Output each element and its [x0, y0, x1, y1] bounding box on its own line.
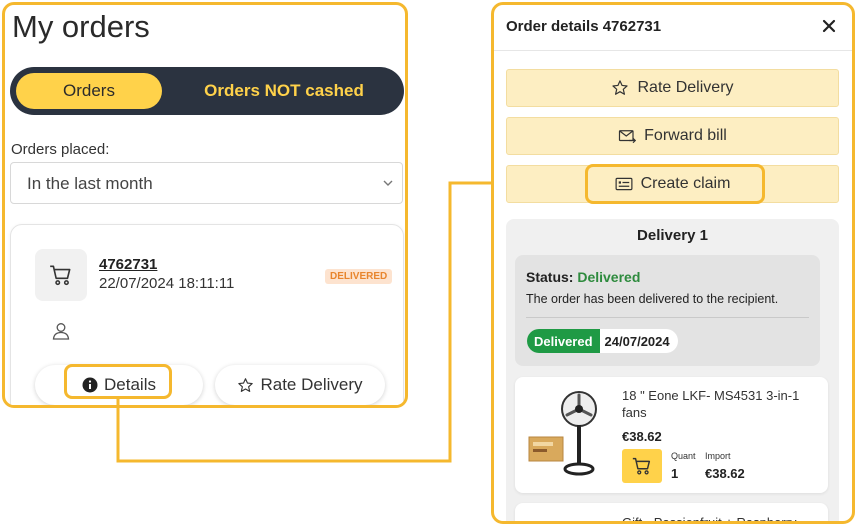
close-icon[interactable]: [822, 19, 836, 33]
quantity-value: 1: [671, 466, 679, 481]
tab-orders-not-cashed[interactable]: Orders NOT cashed: [170, 73, 398, 109]
orders-panel: My orders Orders Orders NOT cashed Order…: [2, 2, 408, 408]
claim-form-icon: [615, 177, 633, 191]
chevron-down-icon: [383, 180, 393, 186]
orders-placed-value: In the last month: [27, 174, 153, 193]
cart-icon: [632, 457, 651, 475]
orders-segmented-toggle: Orders Orders NOT cashed: [10, 67, 404, 115]
order-number-link[interactable]: 4762731: [99, 256, 157, 273]
delivery-section: Delivery 1 Status: Delivered The order h…: [506, 219, 839, 524]
status-line: Status: Delivered: [526, 269, 640, 285]
orders-placed-label: Orders placed:: [11, 141, 110, 158]
product-name: 18 " Eone LKF- MS4531 3-in-1 fans: [622, 388, 800, 420]
cart-thumbnail: [35, 249, 87, 301]
rate-delivery-button[interactable]: Rate Delivery: [215, 365, 385, 405]
product-card: 18 " Eone LKF- MS4531 3-in-1 fans €38.62…: [515, 377, 828, 493]
rate-delivery-action-button[interactable]: Rate Delivery: [506, 69, 839, 107]
status-badge: DELIVERED: [325, 269, 393, 284]
details-button-label: Details: [104, 375, 156, 394]
product-name-2: Gift - Passionfruit + Raspberry: [622, 515, 797, 524]
rate-delivery-label: Rate Delivery: [260, 375, 363, 394]
delivery-status-box: Status: Delivered The order has been del…: [515, 255, 820, 366]
user-icon: [52, 323, 70, 340]
status-description: The order has been delivered to the reci…: [526, 292, 779, 306]
cart-icon: [50, 265, 71, 286]
info-icon: [82, 377, 98, 393]
status-value: Delivered: [577, 269, 641, 285]
order-card[interactable]: 4762731 22/07/2024 18:11:11 DELIVERED De…: [10, 224, 404, 405]
star-icon: [612, 80, 629, 95]
create-claim-label: Create claim: [640, 175, 731, 192]
import-value: €38.62: [705, 466, 745, 481]
product-card-2: Gift - Passionfruit + Raspberry: [515, 503, 828, 524]
tab-orders[interactable]: Orders: [16, 73, 162, 109]
star-icon: [238, 377, 254, 392]
create-claim-button[interactable]: Create claim: [506, 165, 839, 203]
order-date: 22/07/2024 18:11:11: [99, 275, 235, 292]
orders-placed-select[interactable]: In the last month: [10, 162, 403, 204]
import-label: Import: [705, 451, 731, 461]
rate-delivery-action-label: Rate Delivery: [637, 79, 734, 96]
status-timeline-chip: Delivered 24/07/2024: [527, 329, 678, 353]
status-key: Status:: [526, 269, 574, 285]
page-title: My orders: [12, 9, 150, 44]
fan-product-image: [528, 391, 597, 476]
chip-date: 24/07/2024: [604, 333, 670, 349]
status-divider: [526, 317, 809, 318]
delivery-title: Delivery 1: [637, 227, 708, 244]
add-to-cart-button[interactable]: [622, 449, 662, 483]
product-price: €38.62: [622, 429, 662, 444]
quantity-label: Quant: [671, 451, 696, 461]
details-button[interactable]: Details: [35, 365, 203, 405]
forward-bill-button[interactable]: Forward bill: [506, 117, 839, 155]
chip-status: Delivered: [527, 329, 600, 353]
forward-bill-label: Forward bill: [644, 127, 727, 144]
forward-mail-icon: [619, 130, 637, 144]
modal-title: Order details 4762731: [506, 18, 662, 35]
order-details-modal: Order details 4762731 Rate Delivery Forw…: [491, 2, 855, 524]
modal-header: Order details 4762731: [494, 5, 852, 51]
